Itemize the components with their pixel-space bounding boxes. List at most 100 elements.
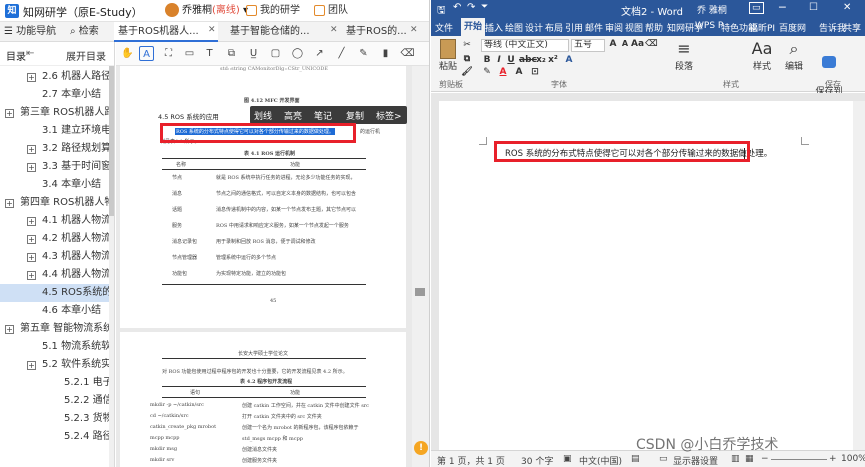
user-menu[interactable]: 乔雅桐(离线) ▾: [165, 2, 248, 20]
print-layout-icon[interactable]: ▦: [745, 454, 754, 464]
arrow-icon[interactable]: ↗: [312, 46, 327, 61]
menu-item-highlight[interactable]: 高亮: [284, 109, 302, 122]
expand-icon[interactable]: +: [27, 253, 36, 262]
expand-icon[interactable]: +: [27, 235, 36, 244]
toc-item[interactable]: 5.2.1 电子地: [0, 374, 110, 392]
sticky-note-icon[interactable]: ▭: [182, 46, 197, 61]
alert-icon[interactable]: !: [414, 441, 428, 455]
underline-icon[interactable]: U: [505, 55, 517, 65]
ribbon-tab[interactable]: 引用: [565, 21, 583, 34]
word-count[interactable]: 30 个字: [521, 454, 553, 467]
styles-button[interactable]: Aa 样式: [749, 39, 775, 72]
text-select-icon[interactable]: A: [139, 46, 154, 61]
ribbon-display-icon[interactable]: ▭: [749, 2, 764, 14]
grow-font-icon[interactable]: A: [607, 39, 619, 49]
copy-icon[interactable]: ⧉: [224, 46, 239, 61]
menu-item-copy[interactable]: 复制: [346, 109, 364, 122]
format-painter-icon[interactable]: 🖌: [461, 67, 473, 77]
ribbon-tab[interactable]: 福昕PI: [749, 21, 775, 34]
collapse-icon[interactable]: ⇤: [26, 48, 34, 59]
toc-item[interactable]: + 第五章 智能物流系统软件: [0, 320, 110, 338]
shape-icon[interactable]: ▢: [268, 46, 283, 61]
zoom-in-icon[interactable]: +: [829, 454, 837, 464]
paste-button[interactable]: 粘贴: [437, 39, 459, 72]
read-mode-icon[interactable]: ▥: [731, 454, 740, 464]
expand-icon[interactable]: +: [27, 73, 36, 82]
toc-item[interactable]: +4.4 机器人物流系统: [0, 266, 110, 284]
display-settings-icon[interactable]: ▭: [659, 454, 668, 464]
superscript-icon[interactable]: x²: [547, 55, 559, 65]
highlight-icon[interactable]: ▮: [378, 46, 393, 61]
toc-item[interactable]: +4.2 机器人物流系统: [0, 230, 110, 248]
ribbon-tab[interactable]: 共享: [843, 21, 861, 34]
word-scrollbar[interactable]: [853, 101, 865, 450]
bold-icon[interactable]: B: [481, 55, 493, 65]
ribbon-tab[interactable]: 文件: [435, 21, 453, 34]
change-case-icon[interactable]: Aa: [631, 39, 644, 49]
ribbon-tab[interactable]: 告诉我: [819, 21, 846, 34]
tab-doc-1[interactable]: 基于ROS机器人...: [114, 22, 218, 42]
minimize-icon[interactable]: ─: [779, 1, 786, 14]
highlight-color-icon[interactable]: ✎: [481, 67, 493, 77]
macro-icon[interactable]: ▤: [631, 454, 640, 464]
toc-item[interactable]: 3.4 本章小结: [0, 176, 110, 194]
toc-item[interactable]: +4.3 机器人物流系统: [0, 248, 110, 266]
copy-icon[interactable]: ⧉: [461, 54, 473, 64]
scrollbar-thumb[interactable]: [415, 288, 425, 296]
my-research-link[interactable]: 我的研学: [246, 2, 300, 20]
ribbon-tab[interactable]: 插入: [485, 21, 503, 34]
toc-item[interactable]: + 第四章 ROS机器人物流系: [0, 194, 110, 212]
line-icon[interactable]: ╱: [334, 46, 349, 61]
ribbon-tab[interactable]: 视图: [625, 21, 643, 34]
font-color-icon[interactable]: A: [497, 67, 509, 77]
close-icon[interactable]: ✕: [843, 2, 851, 13]
undo-icon[interactable]: ↶: [453, 2, 461, 13]
expand-icon[interactable]: +: [27, 217, 36, 226]
expand-icon[interactable]: +: [27, 271, 36, 280]
tab-function-nav[interactable]: ☰ 功能导航: [0, 22, 66, 42]
expand-icon[interactable]: +: [27, 361, 36, 370]
image-select-icon[interactable]: ⛶: [161, 46, 176, 61]
shrink-font-icon[interactable]: A: [619, 39, 631, 48]
menu-item-note[interactable]: 笔记: [314, 109, 332, 122]
expand-icon[interactable]: +: [27, 163, 36, 172]
ribbon-tab[interactable]: WPS P: [695, 21, 723, 31]
team-link[interactable]: 团队: [314, 2, 348, 20]
ellipse-icon[interactable]: ◯: [290, 46, 305, 61]
toc-item[interactable]: +5.2 软件系统实现: [0, 356, 110, 374]
text-effects-icon[interactable]: A: [563, 55, 575, 65]
menu-item-tag[interactable]: 标签>: [376, 109, 402, 122]
toc-item[interactable]: + 第三章 ROS机器人路径规: [0, 104, 110, 122]
tab-doc-3[interactable]: 基于ROS的...: [342, 22, 408, 42]
toc-item[interactable]: 5.2.4 路径规: [0, 428, 110, 446]
toc-item[interactable]: 5.1 物流系统软件功: [0, 338, 110, 356]
zoom-out-icon[interactable]: −: [761, 454, 769, 464]
word-user[interactable]: 乔 雅桐: [697, 3, 727, 16]
ribbon-tab[interactable]: 布局: [545, 21, 563, 34]
language[interactable]: 中文(中国): [579, 454, 622, 467]
expand-icon[interactable]: +: [5, 109, 14, 118]
redo-icon[interactable]: ↷: [467, 2, 475, 13]
close-icon[interactable]: ✕: [208, 25, 216, 35]
maximize-icon[interactable]: ☐: [809, 2, 818, 13]
toc-scrollbar-thumb[interactable]: [109, 66, 114, 216]
menu-item-underline[interactable]: 划线: [254, 109, 272, 122]
editing-button[interactable]: ⌕ 编辑: [781, 39, 807, 72]
ribbon-tab[interactable]: 绘图: [505, 21, 523, 34]
toc-item[interactable]: 2.7 本章小结: [0, 86, 110, 104]
italic-icon[interactable]: I: [493, 55, 505, 65]
font-size-select[interactable]: 五号: [571, 39, 605, 52]
close-icon[interactable]: ✕: [330, 25, 338, 35]
toc-item[interactable]: 5.2.2 通信模: [0, 392, 110, 410]
ribbon-tab[interactable]: 百度网: [779, 21, 806, 34]
toc-item[interactable]: +2.6 机器人路径冲突: [0, 68, 110, 86]
strikethrough-icon[interactable]: abc: [519, 55, 537, 65]
expand-toc-button[interactable]: 展开目录: [66, 48, 106, 63]
subscript-icon[interactable]: x₂: [535, 55, 547, 65]
toc-item[interactable]: +4.1 机器人物流系统: [0, 212, 110, 230]
toc-item[interactable]: +3.2 路径规划算法优: [0, 140, 110, 158]
expand-icon[interactable]: +: [5, 325, 14, 334]
toc-item[interactable]: 4.5 ROS系统的应用: [0, 284, 110, 302]
proofing-icon[interactable]: ▣: [563, 454, 572, 464]
tab-doc-2[interactable]: 基于智能仓储的...: [226, 22, 326, 42]
